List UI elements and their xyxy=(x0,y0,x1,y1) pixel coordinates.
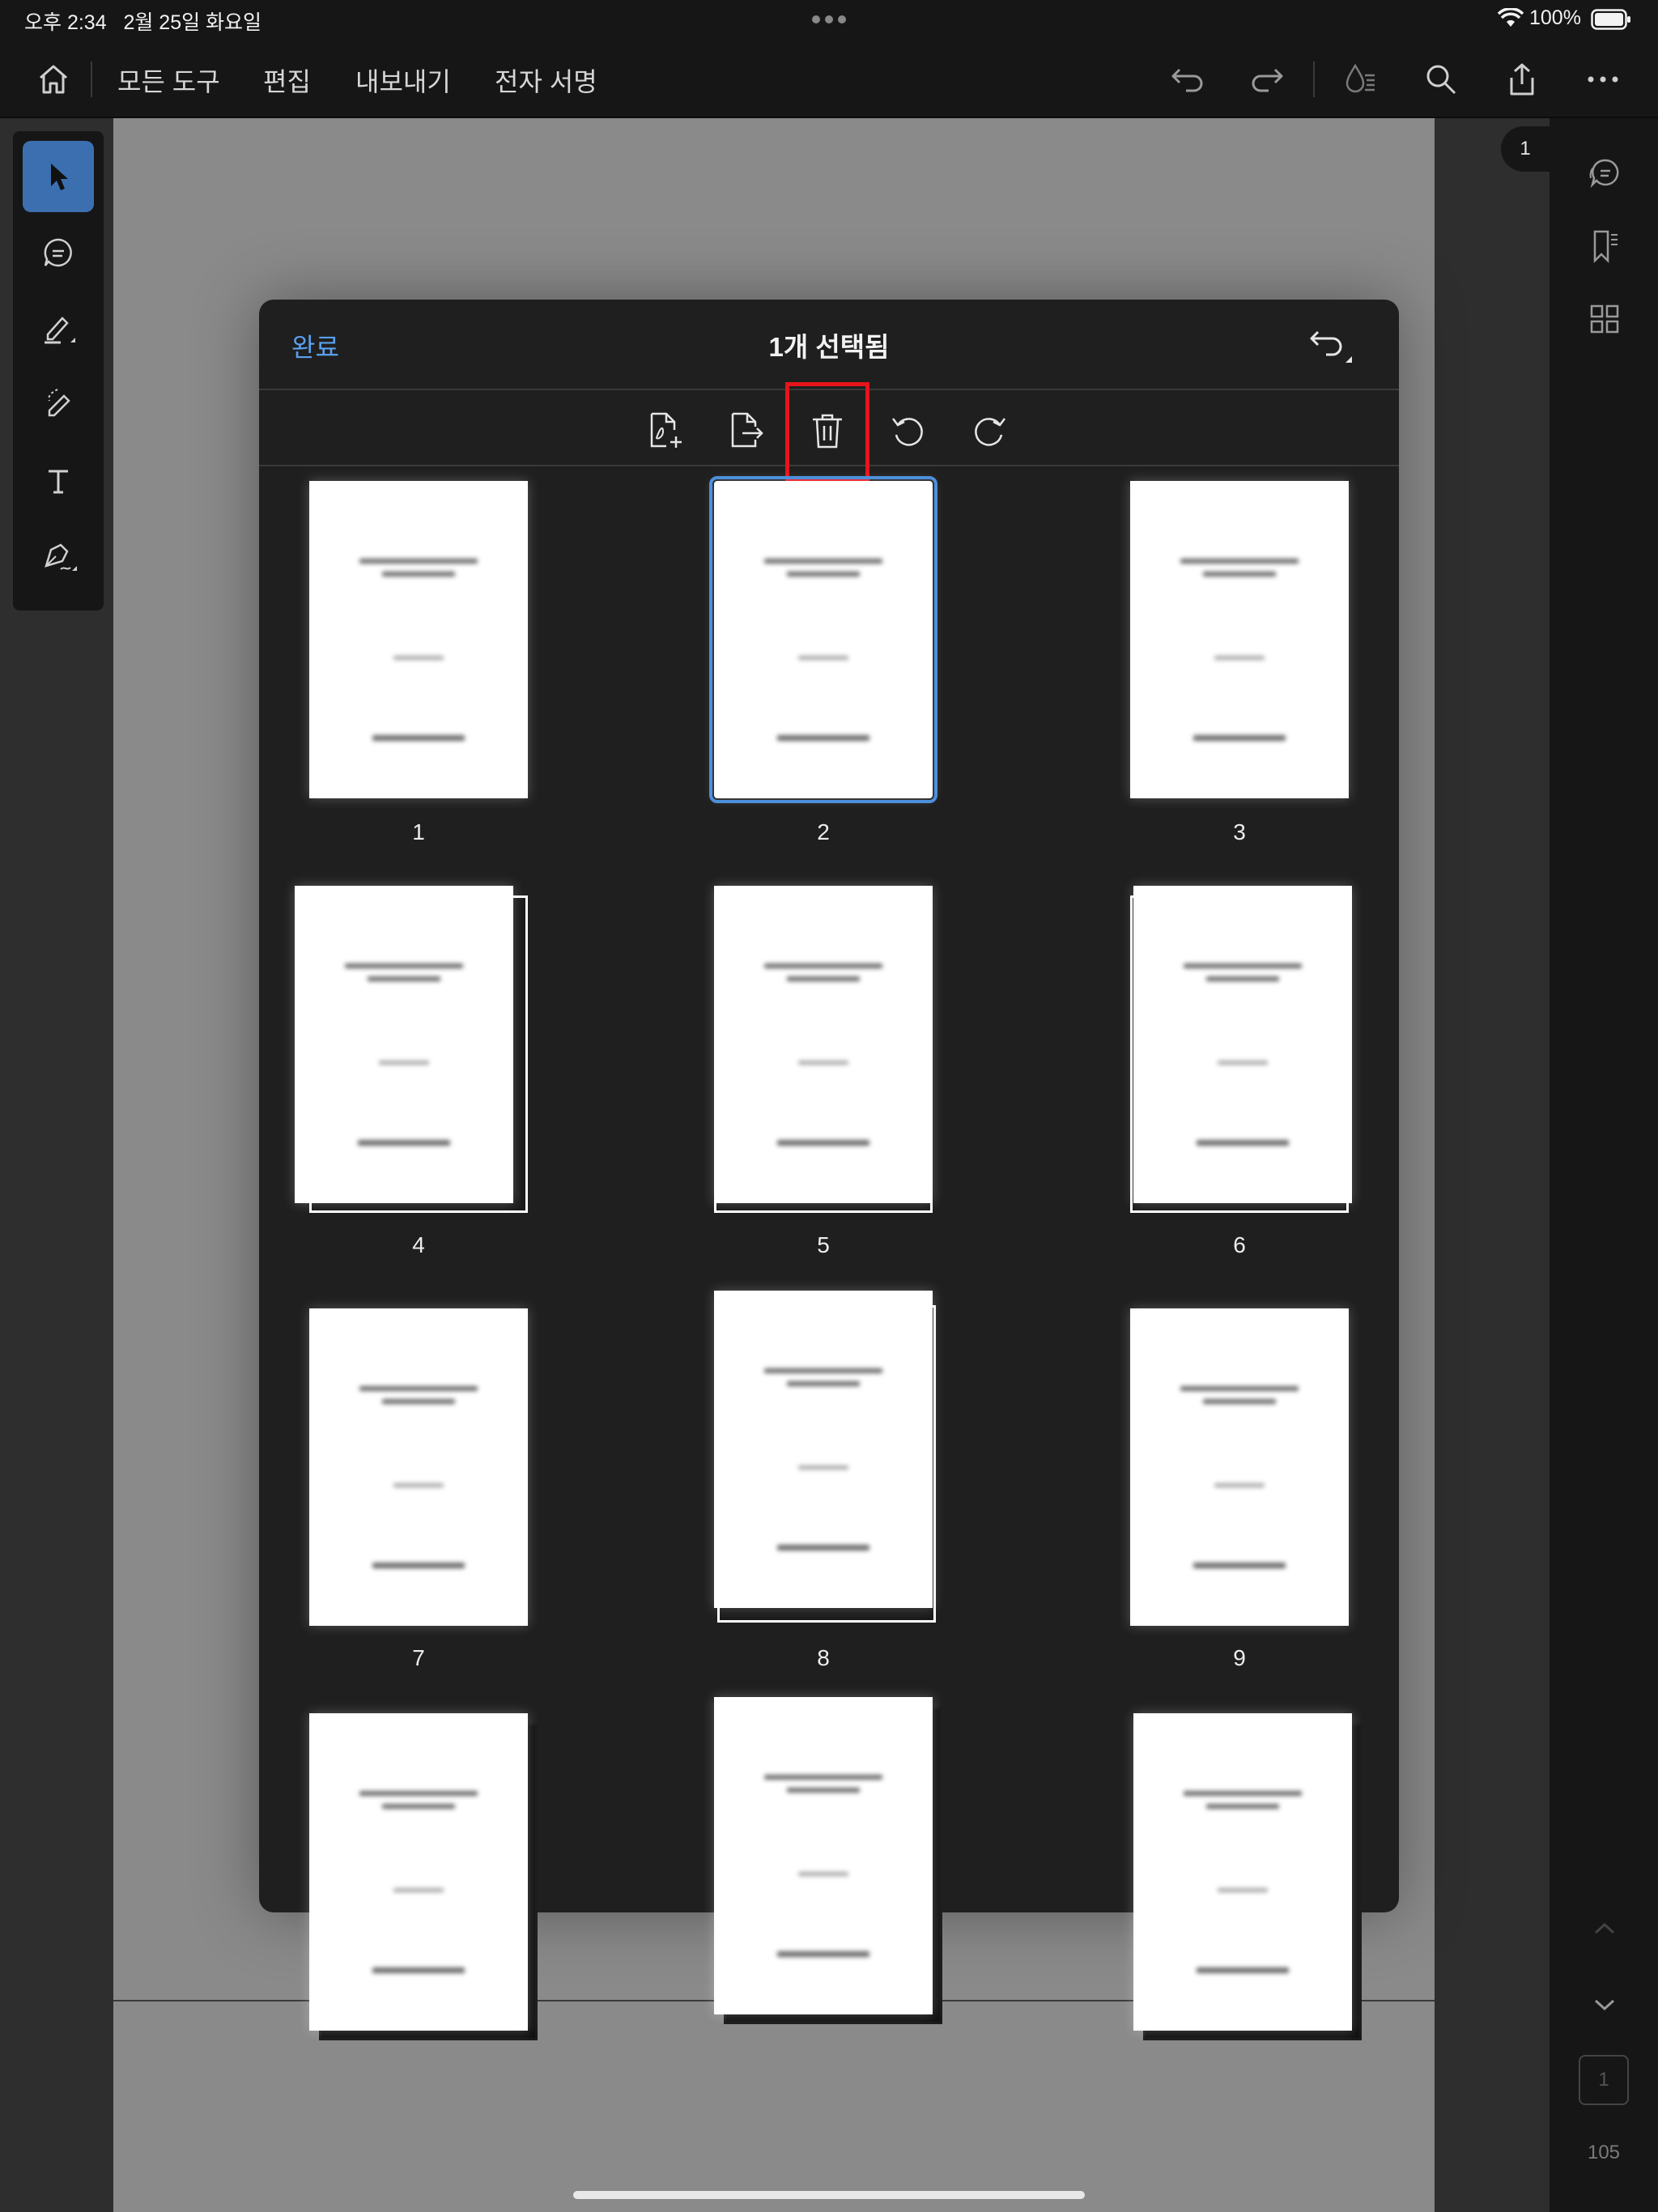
page-number: 4 xyxy=(412,1232,425,1257)
delete-highlight-box xyxy=(785,382,869,481)
comments-panel-icon[interactable] xyxy=(1582,151,1627,196)
page-thumbnail[interactable] xyxy=(309,481,528,798)
page-thumbnail[interactable] xyxy=(309,1713,538,2040)
highlight-tool-button[interactable] xyxy=(23,293,94,364)
page-thumbnail[interactable] xyxy=(714,886,933,1213)
multitasking-dots-icon[interactable] xyxy=(810,10,848,29)
page-number: 2 xyxy=(817,819,830,844)
bookmarks-panel-icon[interactable] xyxy=(1582,223,1627,269)
page-thumbnail[interactable] xyxy=(1133,1713,1362,2040)
tab-edit[interactable]: 편집 xyxy=(263,62,311,99)
toolbar-divider xyxy=(91,62,92,97)
status-time-text: 오후 2:34 xyxy=(24,11,107,34)
page-number: 8 xyxy=(817,1645,830,1670)
status-bar: 오후 2:34 2월 25일 화요일 100% xyxy=(0,0,1658,40)
home-indicator[interactable] xyxy=(573,2191,1085,2199)
right-panel xyxy=(1550,118,1658,2212)
rotate-left-icon[interactable] xyxy=(884,406,933,455)
tab-export[interactable]: 내보내기 xyxy=(355,62,451,99)
selection-title: 1개 선택됨 xyxy=(768,332,890,362)
status-date: 2월 25일 화요일 xyxy=(123,11,262,34)
page-number: 3 xyxy=(1233,819,1246,844)
chevron-down-icon[interactable] xyxy=(1582,1982,1627,2027)
page-thumbnail-selected[interactable] xyxy=(709,476,937,803)
share-icon[interactable] xyxy=(1501,58,1543,100)
undo-icon[interactable] xyxy=(1166,58,1208,100)
more-icon[interactable] xyxy=(1582,58,1624,100)
page-number: 9 xyxy=(1233,1645,1246,1670)
page-actions-bar xyxy=(259,382,1399,481)
liquid-mode-icon[interactable] xyxy=(1338,58,1380,100)
current-page-input[interactable]: 1 xyxy=(1579,2055,1629,2105)
page-number: 5 xyxy=(817,1232,830,1257)
page-thumbnail[interactable] xyxy=(309,1308,528,1626)
chevron-up-icon[interactable] xyxy=(1582,1906,1627,1951)
home-icon[interactable] xyxy=(32,58,74,100)
page-number: 1 xyxy=(412,819,425,844)
sign-tool-button[interactable] xyxy=(23,521,94,593)
top-toolbar: 모든 도구 편집 내보내기 전자 서명 xyxy=(0,40,1658,118)
extract-page-icon[interactable] xyxy=(722,406,771,455)
battery-percent: 100% xyxy=(1529,6,1581,29)
insert-page-icon[interactable] xyxy=(641,406,690,455)
page-indicator-tab[interactable]: 1 xyxy=(1501,126,1550,172)
page-thumbnail[interactable] xyxy=(1130,886,1352,1213)
battery-icon xyxy=(1591,9,1631,30)
rotate-right-icon[interactable] xyxy=(965,406,1014,455)
comment-tool-button[interactable] xyxy=(23,217,94,288)
modal-header: 완료 1개 선택됨 xyxy=(259,300,1399,390)
page-thumbnail[interactable] xyxy=(714,1697,942,2024)
select-tool-button[interactable] xyxy=(23,141,94,212)
wifi-icon xyxy=(1498,8,1524,29)
organize-pages-modal: 완료 1개 선택됨 1 2 3 4 5 6 7 8 9 xyxy=(259,300,1399,2040)
redo-icon[interactable] xyxy=(1247,58,1289,100)
thumbnails-panel-icon[interactable] xyxy=(1582,296,1627,342)
page-thumbnail[interactable] xyxy=(1130,1308,1349,1626)
page-thumbnail[interactable] xyxy=(295,886,528,1213)
page-thumbnail[interactable] xyxy=(1130,481,1349,798)
left-tools-bar xyxy=(13,131,104,610)
text-tool-button[interactable] xyxy=(23,445,94,517)
total-pages: 105 xyxy=(1587,2142,1621,2163)
tab-all-tools[interactable]: 모든 도구 xyxy=(117,62,220,99)
draw-tool-button[interactable] xyxy=(23,369,94,440)
page-thumbnail[interactable] xyxy=(714,1291,936,1623)
status-time: 오후 2:34 2월 25일 화요일 xyxy=(24,6,261,36)
toolbar-divider xyxy=(1313,62,1315,97)
tab-e-sign[interactable]: 전자 서명 xyxy=(495,62,597,99)
page-number: 6 xyxy=(1233,1232,1246,1257)
undo-menu-icon[interactable] xyxy=(1305,324,1357,369)
search-icon[interactable] xyxy=(1420,58,1462,100)
page-number: 7 xyxy=(412,1645,425,1670)
